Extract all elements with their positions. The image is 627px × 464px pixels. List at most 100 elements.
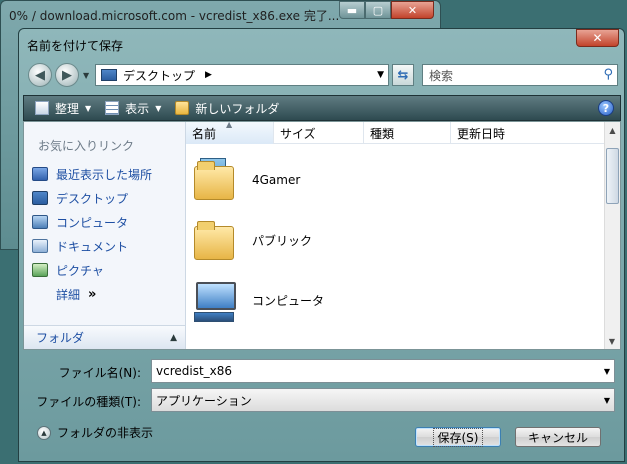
arrow-left-icon: ◀ [35, 67, 45, 83]
address-dropdown-icon[interactable]: ▼ [377, 70, 384, 80]
filetype-label: ファイルの種類(T): [36, 395, 141, 409]
favorite-label: 最近表示した場所 [56, 167, 153, 182]
favorite-link-pictures[interactable]: ピクチャ [32, 258, 182, 282]
cancel-button[interactable]: キャンセル [515, 427, 601, 447]
list-item[interactable]: 4Gamer [186, 150, 604, 210]
search-placeholder: 検索 [429, 68, 454, 83]
documents-icon [32, 239, 48, 253]
close-button[interactable]: ✕ [391, 1, 434, 19]
list-item[interactable]: コンピュータ [186, 270, 604, 330]
column-type[interactable]: 種類 [364, 122, 451, 144]
column-name[interactable]: ▲ 名前 [186, 120, 274, 144]
column-header: ▲ 名前 サイズ 種類 更新日時 [186, 120, 604, 144]
new-folder-button[interactable]: 新しいフォルダ [172, 98, 282, 118]
organize-button[interactable]: 整理 ▼ [32, 98, 94, 118]
search-icon[interactable]: ⚲ [603, 67, 613, 82]
close-icon: ✕ [592, 31, 603, 45]
computer-icon [32, 215, 48, 229]
minimize-icon: ▬ [346, 3, 358, 17]
monitor-shape [196, 282, 236, 310]
chevron-down-icon: ▼ [155, 103, 162, 113]
navigation-pane: お気に入りリンク 最近表示した場所 デスクトップ コンピュータ ドキュメント ピ… [24, 122, 186, 349]
list-item[interactable]: パブリック [186, 210, 604, 270]
filename-label: ファイル名(N): [58, 366, 141, 380]
help-icon[interactable]: ? [598, 100, 614, 116]
file-list: 4Gamer パブリック コンピュータ [186, 150, 604, 330]
column-size[interactable]: サイズ [274, 122, 364, 144]
favorites-header: お気に入りリンク [38, 139, 135, 153]
favorite-label: ピクチャ [56, 263, 104, 278]
folder-shape [194, 161, 234, 200]
download-window-caption-buttons: ▬ ▢ ✕ [339, 1, 434, 19]
filename-input[interactable]: vcredist_x86 ▼ [151, 359, 615, 383]
favorite-link-computer[interactable]: コンピュータ [32, 210, 182, 234]
save-button[interactable]: 保存(S) [415, 427, 501, 447]
filetype-value: アプリケーション [156, 393, 252, 408]
chevron-down-icon[interactable]: ▼ [604, 396, 610, 405]
favorites-list: 最近表示した場所 デスクトップ コンピュータ ドキュメント ピクチャ 詳細 » [32, 162, 182, 306]
recent-locations-dropdown[interactable]: ▼ [83, 71, 89, 80]
vertical-scrollbar[interactable]: ▲ ▼ [604, 122, 620, 349]
filetype-select[interactable]: アプリケーション ▼ [151, 388, 615, 412]
double-chevron-icon: » [88, 286, 97, 302]
desktop-icon [101, 69, 117, 81]
column-label: 名前 [192, 126, 217, 141]
favorite-link-documents[interactable]: ドキュメント [32, 234, 182, 258]
view-button[interactable]: 表示 ▼ [102, 98, 164, 118]
scroll-down-icon[interactable]: ▼ [605, 333, 619, 349]
chevron-down-icon[interactable]: ▼ [604, 367, 610, 376]
new-folder-icon [175, 101, 190, 115]
breadcrumb-arrow-icon[interactable]: ▶ [205, 70, 212, 80]
folders-toggle[interactable]: フォルダ ▲ [24, 325, 185, 349]
column-label: サイズ [280, 126, 316, 141]
folders-label: フォルダ [36, 331, 85, 345]
refresh-icon: ⇆ [397, 67, 409, 83]
column-label: 更新日時 [457, 126, 506, 141]
scroll-up-icon[interactable]: ▲ [605, 122, 620, 138]
column-label: 種類 [370, 126, 395, 141]
organize-icon [35, 101, 49, 115]
file-name: コンピュータ [252, 293, 325, 308]
maximize-button[interactable]: ▢ [365, 1, 391, 19]
file-name: 4Gamer [252, 173, 301, 187]
download-window-title: 0% / download.microsoft.com - vcredist_x… [9, 9, 339, 23]
back-button[interactable]: ◀ [28, 63, 52, 87]
close-icon: ✕ [407, 3, 418, 17]
save-label: 保存(S) [432, 427, 484, 447]
forward-button[interactable]: ▶ [55, 63, 79, 87]
column-date-modified[interactable]: 更新日時 [451, 122, 604, 144]
chevron-down-icon: ▼ [85, 103, 92, 113]
search-input[interactable]: 検索 ⚲ [422, 64, 618, 86]
minimize-button[interactable]: ▬ [339, 1, 365, 19]
new-folder-label: 新しいフォルダ [195, 101, 280, 116]
pictures-icon [32, 263, 48, 277]
favorite-label: コンピュータ [56, 215, 129, 230]
hide-folders-label: フォルダの非表示 [57, 426, 154, 440]
maximize-icon: ▢ [372, 3, 384, 17]
content-area: お気に入りリンク 最近表示した場所 デスクトップ コンピュータ ドキュメント ピ… [23, 120, 621, 350]
address-bar[interactable]: デスクトップ ▶ ▼ [95, 64, 389, 86]
folder-shape [194, 221, 234, 260]
chevron-up-icon: ▲ [37, 425, 51, 440]
favorite-link-recent[interactable]: 最近表示した場所 [32, 162, 182, 186]
toolbar: 整理 ▼ 表示 ▼ 新しいフォルダ ? [23, 95, 621, 121]
chevron-up-icon: ▲ [170, 332, 177, 343]
dialog-title: 名前を付けて保存 [27, 39, 124, 53]
dialog-close-button[interactable]: ✕ [576, 29, 619, 47]
favorite-label: ドキュメント [56, 239, 129, 254]
hide-folders-button[interactable]: ▲ フォルダの非表示 [37, 424, 153, 441]
view-label: 表示 [125, 101, 150, 116]
more-label: 詳細 [56, 287, 81, 302]
save-as-dialog: 名前を付けて保存 ✕ ◀ ▶ ▼ デスクトップ ▶ ▼ ⇆ 検索 ⚲ 整理 ▼ … [18, 28, 625, 462]
sort-ascending-icon: ▲ [226, 120, 233, 129]
arrow-right-icon: ▶ [62, 67, 72, 83]
scrollbar-thumb[interactable] [606, 148, 619, 204]
address-location[interactable]: デスクトップ [123, 67, 195, 84]
more-links-button[interactable]: 詳細 » [56, 282, 182, 306]
cancel-label: キャンセル [527, 430, 588, 445]
refresh-button[interactable]: ⇆ [392, 64, 414, 86]
folder-icon [194, 216, 238, 264]
recent-places-icon [32, 167, 48, 181]
partial-item-icon [194, 312, 234, 322]
favorite-link-desktop[interactable]: デスクトップ [32, 186, 182, 210]
